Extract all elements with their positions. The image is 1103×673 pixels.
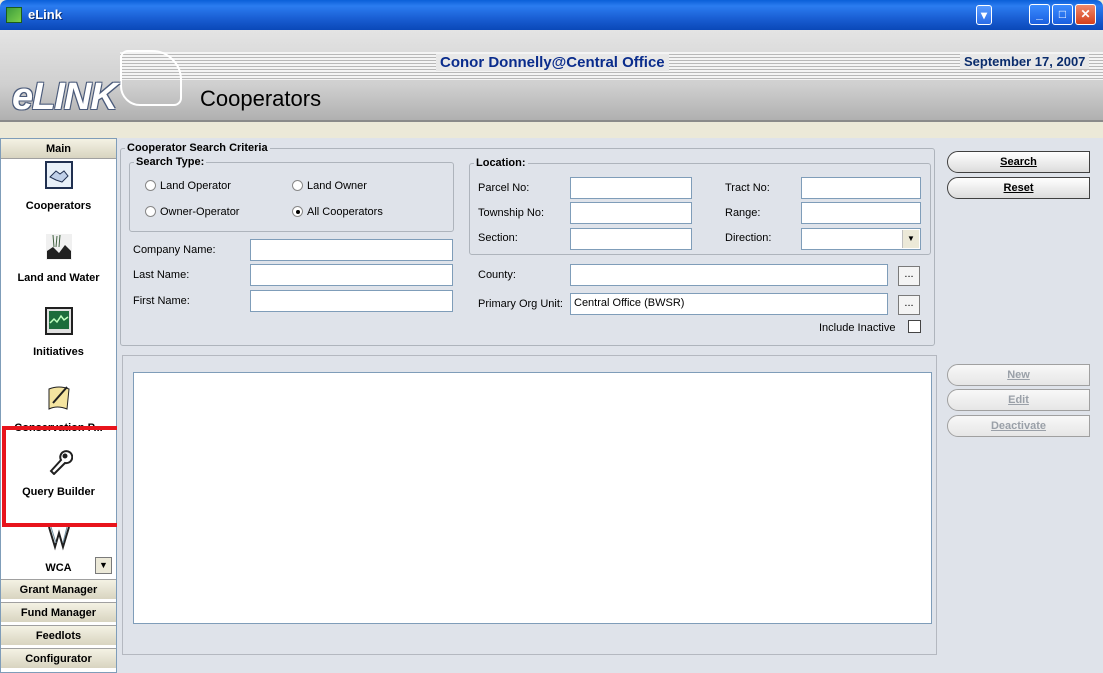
app-header: eLINK Conor Donnelly@Central Office Sept… (0, 30, 1103, 122)
search-button[interactable]: Search (947, 151, 1090, 173)
last-name-field[interactable] (250, 264, 453, 286)
company-name-field[interactable] (250, 239, 453, 261)
chevron-down-icon[interactable]: ▼ (902, 230, 919, 248)
sidebar-grant-manager[interactable]: Grant Manager (1, 579, 116, 599)
include-inactive-label: Include Inactive (819, 322, 896, 334)
township-no-field[interactable] (570, 202, 692, 224)
direction-select[interactable]: ▼ (801, 228, 921, 250)
results-list[interactable] (133, 372, 932, 624)
last-name-label: Last Name: (133, 269, 190, 281)
township-no-label: Township No: (478, 207, 545, 219)
edit-button[interactable]: Edit (947, 389, 1090, 411)
current-user: Conor Donnelly@Central Office (436, 54, 669, 71)
sidebar-configurator[interactable]: Configurator (1, 648, 116, 668)
sidebar-item-land-and-water[interactable]: Land and Water (1, 233, 116, 284)
radio-all-cooperators[interactable]: All Cooperators (292, 206, 383, 218)
elink-logo: eLINK (12, 76, 118, 118)
close-button[interactable]: ✕ (1075, 4, 1096, 25)
sidebar: Main Cooperators Land and Water Initiati… (0, 138, 117, 673)
sidebar-scroll-down-button[interactable]: ▼ (95, 557, 112, 574)
parcel-no-field[interactable] (570, 177, 692, 199)
sidebar-item-initiatives[interactable]: Initiatives (1, 307, 116, 358)
radio-owner-operator[interactable]: Owner-Operator (145, 206, 239, 218)
first-name-label: First Name: (133, 295, 190, 307)
landscape-icon (45, 234, 72, 260)
document-pen-icon (48, 386, 70, 410)
primary-org-browse-button[interactable]: ... (898, 295, 920, 315)
window-title: eLink (28, 7, 62, 22)
radio-land-operator[interactable]: Land Operator (145, 180, 231, 192)
sidebar-head-main[interactable]: Main (1, 139, 116, 159)
tract-no-field[interactable] (801, 177, 921, 199)
minimize-button[interactable]: _ (1029, 4, 1050, 25)
new-button[interactable]: New (947, 364, 1090, 386)
page-title: Cooperators (200, 86, 322, 111)
puzzle-logo-icon (120, 50, 182, 106)
primary-org-field[interactable]: Central Office (BWSR) (570, 293, 888, 315)
search-type-group: Search Type: (129, 156, 454, 232)
monitor-chart-icon (44, 307, 73, 335)
company-name-label: Company Name: (133, 244, 216, 256)
sidebar-item-cooperators[interactable]: Cooperators (1, 161, 116, 212)
range-field[interactable] (801, 202, 921, 224)
radio-land-owner[interactable]: Land Owner (292, 180, 367, 192)
window-titlebar: eLink ▾ _ □ ✕ (0, 0, 1103, 30)
wetland-icon (47, 526, 70, 551)
handshake-icon (44, 161, 73, 189)
reset-button[interactable]: Reset (947, 177, 1090, 199)
dropdown-icon[interactable]: ▾ (976, 5, 992, 25)
county-field[interactable] (570, 264, 888, 286)
range-label: Range: (725, 207, 761, 219)
section-field[interactable] (570, 228, 692, 250)
deactivate-button[interactable]: Deactivate (947, 415, 1090, 437)
current-date: September 17, 2007 (960, 54, 1090, 69)
first-name-field[interactable] (250, 290, 453, 312)
highlight-box (2, 426, 131, 527)
county-browse-button[interactable]: ... (898, 266, 920, 286)
county-label: County: (478, 269, 516, 281)
direction-label: Direction: (725, 232, 772, 244)
app-icon (6, 7, 22, 23)
sidebar-fund-manager[interactable]: Fund Manager (1, 602, 116, 622)
primary-org-label: Primary Org Unit: (478, 298, 563, 310)
tract-no-label: Tract No: (725, 182, 770, 194)
parcel-no-label: Parcel No: (478, 182, 530, 194)
section-label: Section: (478, 232, 518, 244)
sidebar-feedlots[interactable]: Feedlots (1, 625, 116, 645)
main-panel: Cooperator Search Criteria Search Type: … (117, 138, 1103, 673)
include-inactive-checkbox[interactable] (908, 320, 921, 333)
maximize-button[interactable]: □ (1052, 4, 1073, 25)
